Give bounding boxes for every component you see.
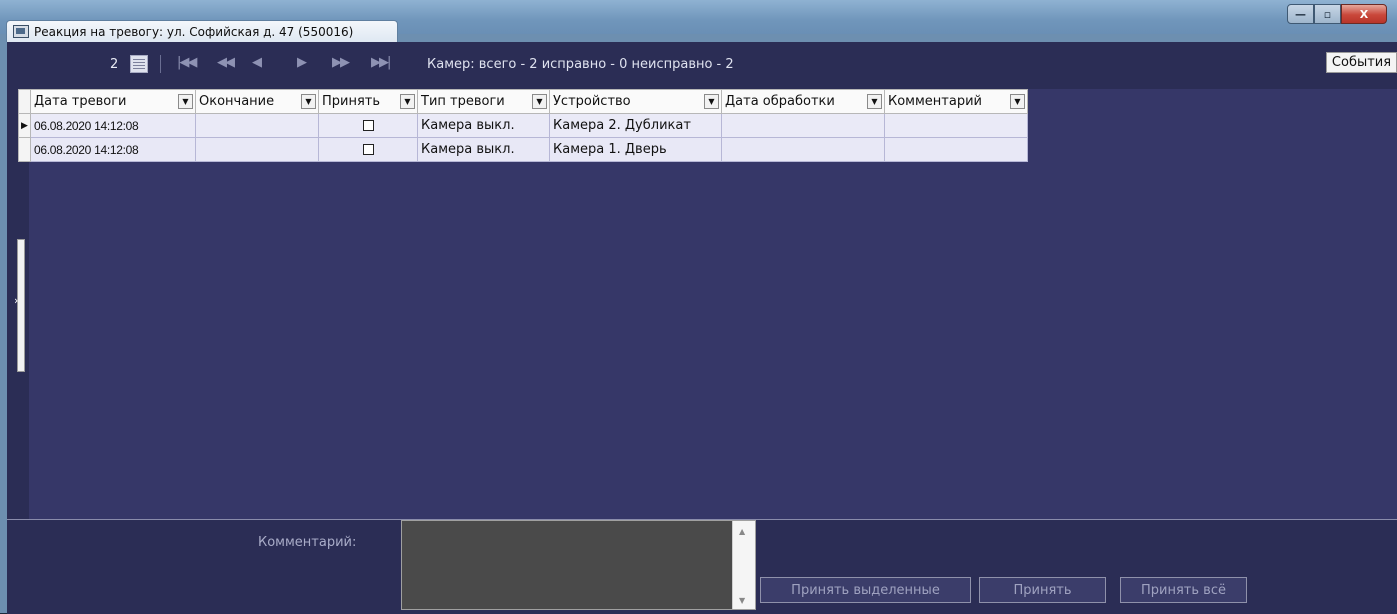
filter-dropdown-icon[interactable]: ▼ bbox=[867, 94, 882, 109]
cell-accept[interactable] bbox=[318, 137, 418, 162]
minimize-button[interactable]: — bbox=[1287, 4, 1314, 24]
column-header-device[interactable]: Устройство ▼ bbox=[549, 89, 722, 114]
cell-accept[interactable] bbox=[318, 113, 418, 138]
title-tab: Реакция на тревогу: ул. Софийская д. 47 … bbox=[6, 20, 398, 42]
cell-alarm-type[interactable]: Камера выкл. bbox=[417, 113, 550, 138]
accept-checkbox[interactable] bbox=[362, 120, 374, 131]
toolbar-separator bbox=[160, 55, 161, 73]
title-bar[interactable]: Реакция на тревогу: ул. Софийская д. 47 … bbox=[0, 0, 1397, 42]
column-header-alarm-type[interactable]: Тип тревоги ▼ bbox=[417, 89, 550, 114]
comment-textarea[interactable]: ▲ ▼ bbox=[401, 520, 756, 610]
close-button[interactable]: X bbox=[1341, 4, 1387, 24]
camera-status-text: Камер: всего - 2 исправно - 0 неисправно… bbox=[427, 57, 734, 72]
column-header-comment[interactable]: Комментарий ▼ bbox=[884, 89, 1028, 114]
accept-checkbox[interactable] bbox=[362, 144, 374, 155]
first-record-icon[interactable]: |◀◀ bbox=[177, 55, 197, 70]
row-indicator bbox=[18, 137, 31, 162]
prev-page-icon[interactable]: ◀◀ bbox=[217, 55, 235, 70]
filter-dropdown-icon[interactable]: ▼ bbox=[178, 94, 193, 109]
cell-device[interactable]: Камера 1. Дверь bbox=[549, 137, 722, 162]
next-record-icon[interactable]: ▶ bbox=[297, 55, 307, 70]
toolbar: 2 |◀◀ ◀◀ ◀ ▶ ▶▶ ▶▶| Камер: всего - 2 исп… bbox=[7, 42, 1397, 89]
column-header-alarm-date[interactable]: Дата тревоги ▼ bbox=[30, 89, 196, 114]
row-indicator-header bbox=[18, 89, 31, 114]
scroll-down-icon[interactable]: ▼ bbox=[739, 596, 745, 605]
filter-dropdown-icon[interactable]: ▼ bbox=[400, 94, 415, 109]
filter-dropdown-icon[interactable]: ▼ bbox=[704, 94, 719, 109]
alarms-table: Дата тревоги ▼ Окончание ▼ Принять ▼ Тип тр… bbox=[18, 89, 1028, 162]
scroll-up-icon[interactable]: ▲ bbox=[739, 527, 745, 536]
table-row[interactable]: 06.08.2020 14:12:08 Камера выкл. Камера … bbox=[18, 137, 1028, 162]
cell-end[interactable] bbox=[195, 113, 319, 138]
cell-processed-date[interactable] bbox=[721, 113, 885, 138]
app-window-icon bbox=[13, 25, 29, 38]
cell-device[interactable]: Камера 2. Дубликат bbox=[549, 113, 722, 138]
last-record-icon[interactable]: ▶▶| bbox=[371, 55, 391, 70]
prev-record-icon[interactable]: ◀ bbox=[252, 55, 262, 70]
table-header-row: Дата тревоги ▼ Окончание ▼ Принять ▼ Тип тр… bbox=[18, 89, 1028, 114]
maximize-button[interactable]: ▫ bbox=[1314, 4, 1341, 24]
filter-dropdown-icon[interactable]: ▼ bbox=[1010, 94, 1025, 109]
accept-selected-button[interactable]: Принять выделенные bbox=[760, 577, 971, 603]
chevron-right-icon[interactable]: › bbox=[14, 294, 18, 307]
comment-label: Комментарий: bbox=[258, 535, 357, 550]
cell-comment[interactable] bbox=[884, 113, 1028, 138]
cell-alarm-date[interactable]: 06.08.2020 14:12:08 bbox=[30, 113, 196, 138]
cell-alarm-type[interactable]: Камера выкл. bbox=[417, 137, 550, 162]
table-row[interactable]: ▶ 06.08.2020 14:12:08 Камера выкл. Камер… bbox=[18, 113, 1028, 138]
grid-view-icon[interactable] bbox=[130, 55, 148, 73]
current-row-indicator-icon: ▶ bbox=[18, 113, 31, 138]
cell-alarm-date[interactable]: 06.08.2020 14:12:08 bbox=[30, 137, 196, 162]
column-header-end[interactable]: Окончание ▼ bbox=[195, 89, 319, 114]
events-button[interactable]: События bbox=[1326, 52, 1397, 73]
next-page-icon[interactable]: ▶▶ bbox=[332, 55, 350, 70]
filter-dropdown-icon[interactable]: ▼ bbox=[532, 94, 547, 109]
comment-scrollbar[interactable]: ▲ ▼ bbox=[732, 521, 755, 609]
alarm-response-window: Реакция на тревогу: ул. Софийская д. 47 … bbox=[0, 0, 1397, 614]
cell-end[interactable] bbox=[195, 137, 319, 162]
cell-processed-date[interactable] bbox=[721, 137, 885, 162]
window-controls: — ▫ X bbox=[1287, 4, 1387, 24]
column-header-processed-date[interactable]: Дата обработки ▼ bbox=[721, 89, 885, 114]
client-area: 2 |◀◀ ◀◀ ◀ ▶ ▶▶ ▶▶| Камер: всего - 2 исп… bbox=[7, 42, 1397, 614]
page-count: 2 bbox=[110, 57, 119, 72]
accept-all-button[interactable]: Принять всё bbox=[1120, 577, 1247, 603]
filter-dropdown-icon[interactable]: ▼ bbox=[301, 94, 316, 109]
column-header-accept[interactable]: Принять ▼ bbox=[318, 89, 418, 114]
bottom-panel: Комментарий: ▲ ▼ Принять выделенные Прин… bbox=[7, 519, 1397, 614]
accept-button[interactable]: Принять bbox=[979, 577, 1106, 603]
window-title: Реакция на тревогу: ул. Софийская д. 47 … bbox=[34, 24, 354, 39]
cell-comment[interactable] bbox=[884, 137, 1028, 162]
